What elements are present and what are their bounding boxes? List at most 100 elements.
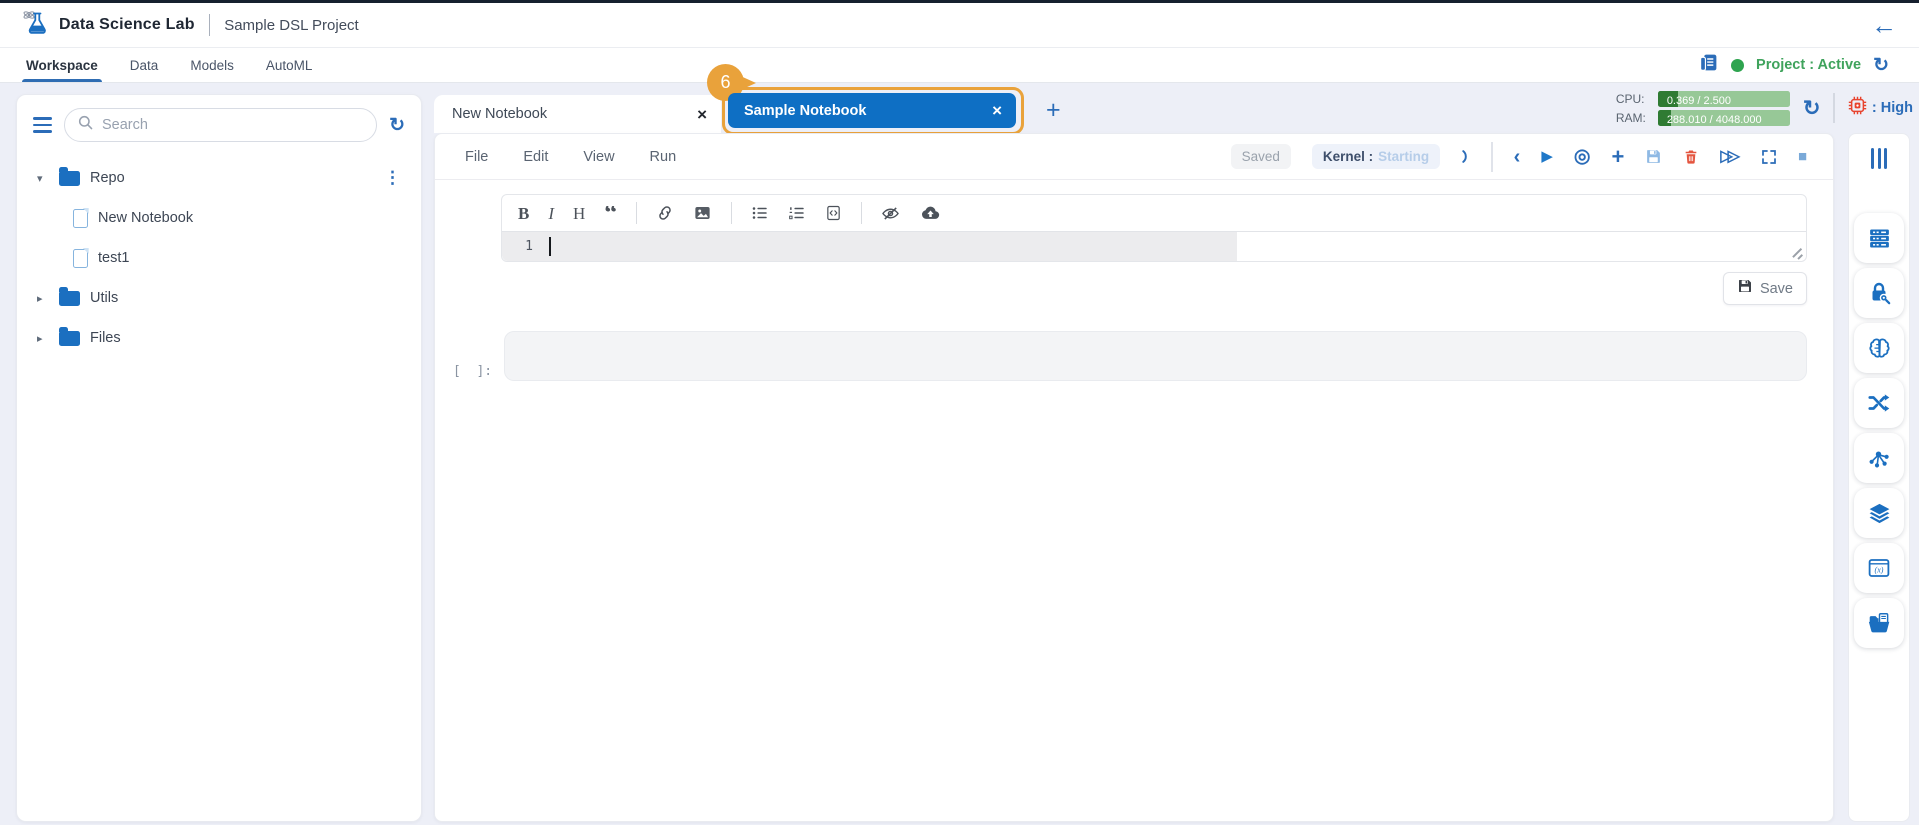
ai-brain-icon[interactable]	[1854, 323, 1904, 373]
preview-eye-off-icon[interactable]	[881, 204, 900, 223]
divider	[861, 202, 863, 224]
save-button[interactable]: Save	[1722, 272, 1807, 305]
add-tab-icon[interactable]: +	[1046, 98, 1061, 123]
network-graph-icon[interactable]	[1854, 433, 1904, 483]
image-icon[interactable]	[693, 204, 712, 222]
theme-moon-icon[interactable]	[1461, 149, 1470, 164]
bullet-list-icon[interactable]	[751, 204, 769, 222]
editor-resize-handle[interactable]	[1791, 247, 1802, 258]
nav-tab-automl[interactable]: AutoML	[266, 48, 313, 82]
save-button-label: Save	[1759, 280, 1793, 297]
menubar-right-cluster: Saved Kernel : Starting ‹ ▶ ◎ + ▷▷ ■	[1230, 141, 1807, 172]
tree-file-test1[interactable]: test1	[17, 238, 421, 278]
file-icon	[73, 208, 88, 228]
caret-right-icon[interactable]: ▸	[37, 292, 49, 305]
app-title: Data Science Lab	[59, 16, 195, 33]
line-number: 1	[502, 232, 542, 261]
annotation-highlight-ring: 6 Sample Notebook ×	[707, 64, 1024, 135]
close-icon[interactable]: ×	[697, 106, 707, 123]
cloud-upload-icon[interactable]	[919, 203, 942, 223]
hamburger-menu-icon[interactable]	[33, 117, 52, 133]
project-status: Project : Active	[1756, 57, 1862, 73]
search-input[interactable]	[102, 117, 365, 133]
ram-progress-bar: 288.010 / 4048.000	[1657, 109, 1790, 126]
status-dot	[1731, 58, 1745, 72]
divider	[1833, 93, 1835, 123]
run-all-fast-forward-icon[interactable]: ▷▷	[1720, 148, 1740, 165]
tree-label: Repo	[90, 170, 125, 186]
tree-refresh-icon[interactable]: ↻	[389, 116, 405, 135]
add-cell-icon[interactable]: +	[1611, 145, 1624, 168]
back-arrow-icon[interactable]: ←	[1871, 12, 1897, 38]
rail-grip-icon[interactable]	[1871, 148, 1887, 169]
blockquote-icon[interactable]: “	[604, 206, 617, 220]
menu-run[interactable]: Run	[650, 149, 677, 165]
resource-refresh-icon[interactable]: ↻	[1803, 98, 1821, 119]
priority-indicator: : High	[1848, 96, 1913, 120]
kernel-target-icon[interactable]: ◎	[1574, 147, 1591, 166]
delete-cell-trash-icon[interactable]	[1683, 148, 1699, 166]
save-row: Save	[435, 272, 1807, 305]
datasets-server-icon[interactable]	[1854, 213, 1904, 263]
active-line-highlight	[542, 232, 1238, 261]
file-browser-folder-icon[interactable]	[1854, 598, 1904, 648]
caret-down-icon[interactable]: ▾	[37, 172, 49, 185]
close-icon[interactable]: ×	[992, 102, 1002, 119]
cpu-progress-bar: 0.369 / 2.500	[1657, 90, 1790, 107]
menu-view[interactable]: View	[583, 149, 614, 165]
empty-cell-row: [ ]:	[453, 331, 1807, 381]
app-window: Data Science Lab Sample DSL Project ← Wo…	[0, 0, 1919, 825]
tree-folder-repo[interactable]: ▾ Repo ⋮	[17, 158, 421, 198]
tree-folder-files[interactable]: ▸ Files	[17, 318, 421, 358]
code-document-icon[interactable]	[825, 204, 842, 222]
nav-tab-data[interactable]: Data	[130, 48, 159, 82]
notebook-tab-label: Sample Notebook	[744, 102, 867, 119]
menu-file[interactable]: File	[465, 149, 488, 165]
right-tool-rail: (x)	[1848, 133, 1910, 822]
cell-prompt: [ ]:	[453, 364, 493, 379]
secrets-lock-icon[interactable]	[1854, 268, 1904, 318]
notebook-tab-sample-notebook[interactable]: Sample Notebook ×	[728, 93, 1016, 128]
nav-tab-models[interactable]: Models	[190, 48, 234, 82]
save-notebook-icon[interactable]	[1645, 148, 1662, 165]
code-line-content[interactable]	[542, 232, 1806, 261]
notebook-tabstrip: New Notebook × 6 Sample Notebook × + CPU…	[434, 64, 1919, 135]
search-box[interactable]	[64, 108, 378, 142]
variables-window-icon[interactable]: (x)	[1854, 543, 1904, 593]
fullscreen-icon[interactable]	[1761, 149, 1777, 165]
run-cell-icon[interactable]: ▶	[1541, 149, 1553, 164]
ram-value: 288.010 / 4048.000	[1666, 113, 1762, 126]
nav-tab-workspace[interactable]: Workspace	[22, 48, 102, 82]
tree-folder-utils[interactable]: ▸ Utils	[17, 278, 421, 318]
heading-icon[interactable]: H	[573, 205, 585, 222]
sidebar-toolbar: ↻	[17, 95, 421, 150]
notebook-panel: File Edit View Run Saved Kernel : Starti…	[434, 133, 1834, 822]
code-editor-line[interactable]: 1	[502, 231, 1806, 261]
link-icon[interactable]	[656, 204, 674, 222]
project-refresh-icon[interactable]: ↻	[1873, 56, 1889, 75]
kernel-label: Kernel :	[1322, 149, 1374, 164]
empty-cell-input[interactable]	[504, 331, 1807, 381]
rail-cards: (x)	[1854, 213, 1904, 648]
kebab-menu-icon[interactable]: ⋮	[384, 168, 401, 188]
tree-label: test1	[98, 250, 130, 266]
ram-label: RAM:	[1615, 110, 1646, 125]
file-tree: ▾ Repo ⋮ New Notebook test1 ▸ Utils ▸ Fi…	[17, 158, 421, 358]
numbered-list-icon[interactable]	[788, 204, 806, 222]
shuffle-icon[interactable]	[1854, 378, 1904, 428]
italic-icon[interactable]: I	[548, 205, 554, 222]
cpu-value: 0.369 / 2.500	[1666, 94, 1732, 107]
search-icon	[77, 114, 94, 136]
menu-edit[interactable]: Edit	[523, 149, 548, 165]
layers-icon[interactable]	[1854, 488, 1904, 538]
collapse-left-icon[interactable]: ‹	[1514, 147, 1521, 167]
bold-icon[interactable]: B	[518, 205, 529, 222]
floppy-disk-icon	[1737, 278, 1753, 299]
stop-kernel-icon[interactable]: ■	[1798, 149, 1807, 164]
folder-icon	[59, 287, 80, 306]
project-logs-icon[interactable]	[1698, 52, 1719, 78]
notebook-tab-new-notebook[interactable]: New Notebook ×	[434, 95, 721, 133]
caret-right-icon[interactable]: ▸	[37, 332, 49, 345]
cpu-row: CPU: 0.369 / 2.500	[1616, 90, 1790, 107]
tree-file-new-notebook[interactable]: New Notebook	[17, 198, 421, 238]
